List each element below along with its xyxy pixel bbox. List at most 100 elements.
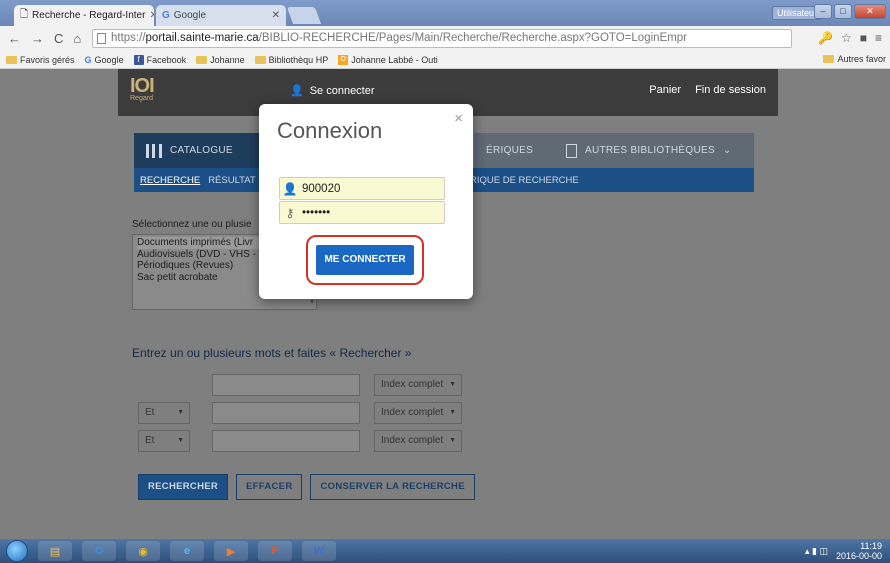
search-button[interactable]: RECHERCHER: [138, 474, 229, 500]
close-tab-icon[interactable]: ✕: [149, 10, 154, 21]
username-value: 900020: [302, 182, 341, 195]
browser-titlebar: 🗋 Recherche - Regard-Inter ✕ G Google ✕ …: [0, 0, 890, 26]
folder-icon: [823, 55, 835, 63]
clear-button[interactable]: EFFACER: [236, 474, 303, 500]
subnav-recherche[interactable]: RECHERCHE: [140, 175, 200, 186]
extension-icon[interactable]: 🔑: [818, 31, 833, 45]
bookmark-google[interactable]: G Google: [85, 55, 124, 65]
folder-icon: [254, 55, 266, 64]
search-term-input[interactable]: [212, 430, 360, 452]
minimize-button[interactable]: –: [814, 4, 832, 19]
chrome-icon[interactable]: ◉: [126, 541, 160, 561]
ie-icon[interactable]: e: [170, 541, 204, 561]
search-actions: RECHERCHER EFFACER CONSERVER LA RECHERCH…: [138, 474, 475, 500]
clock-time: 11:19: [860, 541, 882, 551]
subnav-historique[interactable]: RIQUE DE RECHERCHE: [470, 175, 579, 186]
search-term-input[interactable]: [212, 402, 360, 424]
tab-label: Recherche - Regard-Inter: [32, 10, 146, 21]
clock[interactable]: 11:19 2016-00-00: [836, 541, 882, 561]
url-path: /BIBLIO-RECHERCHE/Pages/Main/Recherche/R…: [258, 32, 688, 44]
folder-icon: [196, 55, 208, 64]
password-value: •••••••: [302, 206, 331, 219]
extension-square-icon[interactable]: ■: [860, 31, 867, 45]
chevron-down-icon: ▼: [449, 437, 456, 444]
page-viewport: IOI Regard 👤 Se connecter Panier Fin de …: [0, 69, 890, 539]
back-icon[interactable]: ←: [8, 31, 21, 46]
home-icon[interactable]: ⌂: [73, 31, 81, 46]
reload-icon[interactable]: C: [54, 31, 63, 46]
logo-text: Regard: [130, 95, 153, 102]
close-icon[interactable]: ×: [454, 110, 463, 127]
tray-icons[interactable]: ▴ ▮ ◫: [805, 546, 828, 556]
close-window-button[interactable]: ✕: [854, 4, 886, 19]
tab-google[interactable]: G Google ✕: [156, 5, 286, 26]
toolbar-right: 🔑 ☆ ■ ≡: [818, 31, 882, 45]
other-bookmarks[interactable]: Autres favor: [823, 54, 886, 64]
login-link[interactable]: 👤 Se connecter: [290, 84, 375, 98]
books-icon: [146, 143, 162, 158]
url-host: portail.sainte-marie.ca: [145, 32, 259, 44]
word-icon[interactable]: W: [302, 541, 336, 561]
close-tab-icon[interactable]: ✕: [272, 10, 280, 21]
tab-recherche[interactable]: 🗋 Recherche - Regard-Inter ✕: [14, 5, 154, 26]
username-field[interactable]: 👤 900020: [279, 177, 445, 200]
chevron-down-icon: ▼: [177, 437, 184, 444]
collection-select-label: Sélectionnez une ou plusie: [132, 219, 252, 230]
bookmark-managed[interactable]: Favoris gérés: [6, 55, 75, 65]
key-icon: ⚷: [285, 205, 295, 220]
tab-periodiques[interactable]: ÉRIQUES: [474, 133, 554, 168]
index-select[interactable]: Index complet ▼: [374, 430, 462, 452]
user-icon: 👤: [290, 85, 304, 97]
forward-icon[interactable]: →: [31, 31, 44, 46]
bookmark-johanne[interactable]: Johanne: [196, 55, 245, 65]
clock-date: 2016-00-00: [835, 551, 882, 561]
folder-icon: [6, 55, 17, 64]
tab-autres-bibliotheques[interactable]: AUTRES BIBLIOTHÈQUES ⌄: [554, 133, 754, 168]
address-bar[interactable]: https://portail.sainte-marie.ca/BIBLIO-R…: [92, 29, 792, 48]
operator-select[interactable]: Et ▼: [138, 402, 190, 424]
menu-icon[interactable]: ≡: [875, 31, 882, 45]
chevron-down-icon: ▼: [449, 409, 456, 416]
maximize-button[interactable]: □: [834, 4, 852, 19]
start-button[interactable]: [6, 540, 28, 562]
cart-link[interactable]: Panier: [649, 84, 681, 96]
window-controls: – □ ✕: [814, 4, 886, 19]
operator-select[interactable]: Et ▼: [138, 430, 190, 452]
explorer-icon[interactable]: ▤: [38, 541, 72, 561]
star-icon[interactable]: ☆: [841, 31, 852, 45]
facebook-icon: f: [133, 54, 144, 65]
login-submit-button[interactable]: ME CONNECTER: [316, 245, 414, 275]
bookmark-facebook[interactable]: f Facebook: [133, 54, 186, 65]
index-select[interactable]: Index complet ▼: [374, 374, 462, 396]
tab-catalogue[interactable]: CATALOGUE: [134, 133, 264, 168]
subnav-resultats[interactable]: RÉSULTAT: [208, 175, 256, 186]
library-icon: [566, 143, 577, 158]
bookmark-outils[interactable]: O Johanne Labbé - Outi: [338, 54, 438, 65]
outlook-icon[interactable]: O: [82, 541, 116, 561]
system-tray: ▴ ▮ ◫ 11:19 2016-00-00: [805, 541, 882, 561]
office-icon: O: [338, 54, 349, 65]
password-field[interactable]: ⚷ •••••••: [279, 201, 445, 224]
tab-label: Google: [173, 10, 207, 21]
windows-taskbar: ▤ O ◉ e ▶ P W ▴ ▮ ◫ 11:19 2016-00-00: [0, 539, 890, 563]
chevron-down-icon: ⌄: [722, 145, 732, 156]
page-margin-right: [778, 69, 890, 539]
powerpoint-icon[interactable]: P: [258, 541, 292, 561]
media-icon[interactable]: ▶: [214, 541, 248, 561]
bookmarks-bar: Favoris gérés G Google f Facebook Johanne …: [0, 51, 890, 69]
end-session-link[interactable]: Fin de session: [695, 84, 766, 96]
save-search-button[interactable]: CONSERVER LA RECHERCHE: [310, 474, 475, 500]
index-select[interactable]: Index complet ▼: [374, 402, 462, 424]
url-prefix: https://: [111, 32, 146, 44]
page-margin-left: [0, 69, 118, 539]
bookmark-hp[interactable]: Bibliothèqu HP: [254, 55, 328, 65]
regard-logo[interactable]: IOI Regard: [130, 75, 170, 109]
chevron-down-icon: ▼: [177, 409, 184, 416]
login-modal: Connexion × 👤 900020 ⚷ ••••••• ME CONNEC…: [259, 104, 473, 299]
highlight-ring: ME CONNECTER: [306, 235, 424, 285]
google-icon: G: [162, 10, 170, 21]
header-links: Panier Fin de session: [649, 84, 766, 96]
search-instructions: Entrez un ou plusieurs mots et faites « …: [132, 346, 412, 360]
search-term-input[interactable]: [212, 374, 360, 396]
new-tab-button[interactable]: [286, 7, 322, 24]
